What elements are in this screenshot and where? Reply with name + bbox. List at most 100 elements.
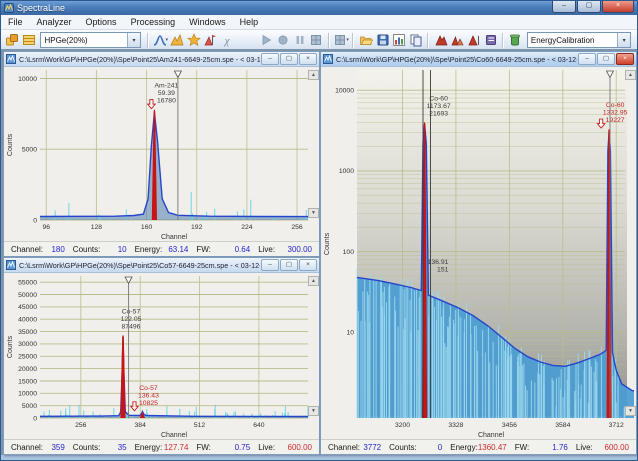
spectrum-plot[interactable]: Co-601173.6721693Co-601332.9519227136.91… bbox=[321, 67, 634, 439]
peak-calc-icon[interactable] bbox=[466, 32, 483, 49]
scale-up-button[interactable]: ▲ bbox=[308, 70, 319, 80]
acquisition-pause-icon[interactable] bbox=[291, 32, 308, 49]
peak-fit-icon[interactable] bbox=[449, 32, 466, 49]
peak-star-icon[interactable] bbox=[185, 32, 202, 49]
svg-text:25000: 25000 bbox=[18, 354, 37, 361]
scale-down-button[interactable]: ▼ bbox=[625, 406, 636, 416]
open-spectrum-icon[interactable] bbox=[357, 32, 374, 49]
mdi-area: C:\Lsrm\Work\GP\HPGe(20%)\Spe\Point25\Am… bbox=[1, 49, 637, 455]
window-restore-button[interactable]: ▢ bbox=[280, 259, 298, 271]
window-minimize-button[interactable]: – bbox=[261, 259, 279, 271]
energy-value: 63.14 bbox=[168, 245, 188, 254]
live-value: 300.00 bbox=[288, 245, 312, 254]
energy-label: Energy: bbox=[135, 245, 163, 254]
svg-text:136.43: 136.43 bbox=[138, 392, 159, 399]
toolbar-separator bbox=[427, 33, 429, 48]
energy-value: 127.74 bbox=[164, 443, 188, 452]
counts-value: 35 bbox=[118, 443, 127, 452]
fw-label: FW: bbox=[196, 245, 211, 254]
fit-icon[interactable]: χ bbox=[219, 32, 236, 49]
spectrum-window-co57: C:\Lsrm\Work\GP\HPGe(20%)\Spe\Point25\Co… bbox=[3, 257, 320, 455]
scale-down-button[interactable]: ▼ bbox=[308, 208, 319, 218]
scale-up-button[interactable]: ▲ bbox=[308, 276, 319, 286]
svg-text:Counts: Counts bbox=[7, 335, 14, 358]
energy-label: Energy: bbox=[450, 443, 478, 452]
peak-area-icon[interactable] bbox=[432, 32, 449, 49]
window-statusbar: Channel:3772 Counts:0 Energy:1360.47 FW:… bbox=[321, 439, 636, 454]
app-maximize-button[interactable]: ▢ bbox=[577, 1, 601, 13]
svg-text:Counts: Counts bbox=[7, 133, 14, 156]
peak-flag-icon[interactable] bbox=[202, 32, 219, 49]
window-close-button[interactable]: × bbox=[299, 53, 317, 65]
fw-label: FW: bbox=[196, 443, 211, 452]
menu-item-file[interactable]: File bbox=[1, 15, 30, 29]
spectra-tile-icon[interactable] bbox=[4, 32, 21, 49]
window-close-button[interactable]: × bbox=[299, 259, 317, 271]
window-restore-button[interactable]: ▢ bbox=[280, 53, 298, 65]
menu-item-help[interactable]: Help bbox=[233, 15, 266, 29]
acquisition-start-icon[interactable] bbox=[258, 32, 275, 49]
window-close-button[interactable]: × bbox=[616, 53, 634, 65]
window-titlebar[interactable]: C:\Lsrm\Work\GP\HPGe(20%)\Spe\Point25\Co… bbox=[321, 52, 636, 67]
spectrum-file-icon bbox=[6, 54, 16, 64]
nuclide-library-icon[interactable] bbox=[482, 32, 499, 49]
menu-item-windows[interactable]: Windows bbox=[182, 15, 233, 29]
window-minimize-button[interactable]: – bbox=[261, 53, 279, 65]
app-titlebar[interactable]: SpectraLine – ▢ × bbox=[1, 1, 637, 15]
live-value: 600.00 bbox=[288, 443, 312, 452]
scale-down-button[interactable]: ▼ bbox=[308, 406, 319, 416]
copy-icon[interactable] bbox=[408, 32, 425, 49]
counts-label: Counts: bbox=[73, 443, 101, 452]
menu-item-options[interactable]: Options bbox=[79, 15, 124, 29]
scale-up-button[interactable]: ▲ bbox=[625, 70, 636, 80]
svg-text:10000: 10000 bbox=[335, 88, 354, 95]
svg-text:10000: 10000 bbox=[18, 76, 37, 83]
app-close-button[interactable]: × bbox=[602, 1, 634, 13]
live-value: 600.00 bbox=[605, 443, 629, 452]
efficiency-icon[interactable] bbox=[507, 32, 524, 49]
svg-text:3328: 3328 bbox=[448, 422, 463, 429]
chevron-down-icon[interactable]: ▾ bbox=[617, 33, 630, 47]
peak-mark-icon[interactable] bbox=[169, 32, 186, 49]
svg-text:Am-241: Am-241 bbox=[155, 83, 179, 90]
window-restore-button[interactable]: ▢ bbox=[597, 53, 615, 65]
counts-value: 0 bbox=[438, 443, 442, 452]
svg-text:3584: 3584 bbox=[555, 422, 570, 429]
svg-text:19227: 19227 bbox=[606, 117, 625, 124]
window-titlebar[interactable]: C:\Lsrm\Work\GP\HPGe(20%)\Spe\Point25\Co… bbox=[4, 258, 319, 273]
toolbar: HPGe(20%)▾▾χ▾EnergyCalibration▾ bbox=[1, 30, 637, 51]
svg-text:10000: 10000 bbox=[18, 391, 37, 398]
svg-text:χ: χ bbox=[224, 35, 231, 47]
window-titlebar[interactable]: C:\Lsrm\Work\GP\HPGe(20%)\Spe\Point25\Am… bbox=[4, 52, 319, 67]
svg-text:151: 151 bbox=[437, 267, 449, 274]
spectra-list-icon[interactable] bbox=[21, 32, 38, 49]
svg-text:0: 0 bbox=[33, 217, 37, 224]
app-minimize-button[interactable]: – bbox=[552, 1, 576, 13]
chevron-down-icon[interactable]: ▾ bbox=[127, 33, 140, 47]
calibration-select-value: EnergyCalibration bbox=[528, 36, 617, 45]
acquisition-record-icon[interactable] bbox=[275, 32, 292, 49]
calibration-select[interactable]: EnergyCalibration▾ bbox=[527, 32, 631, 48]
svg-text:136.91: 136.91 bbox=[428, 259, 449, 266]
acquisition-stop-icon[interactable] bbox=[308, 32, 325, 49]
svg-text:224: 224 bbox=[241, 224, 253, 231]
app-title: SpectraLine bbox=[17, 3, 65, 13]
svg-text:5000: 5000 bbox=[22, 147, 37, 154]
spectrum-plot[interactable]: Co-57122.0587496Co-57136.431082505000100… bbox=[4, 273, 317, 439]
svg-text:40000: 40000 bbox=[18, 317, 37, 324]
spectrum-plot[interactable]: Am-24159.3916780050001000096128160192224… bbox=[4, 67, 317, 241]
detector-select[interactable]: HPGe(20%)▾ bbox=[40, 32, 141, 48]
svg-text:Co-60: Co-60 bbox=[429, 95, 448, 102]
fw-label: FW: bbox=[515, 443, 530, 452]
channel-value: 359 bbox=[51, 443, 64, 452]
peak-search-icon[interactable]: ▾ bbox=[152, 32, 169, 49]
svg-text:96: 96 bbox=[43, 224, 51, 231]
svg-text:1332.95: 1332.95 bbox=[603, 110, 628, 117]
window-minimize-button[interactable]: – bbox=[578, 53, 596, 65]
menu-item-analyzer[interactable]: Analyzer bbox=[30, 15, 79, 29]
report-icon[interactable] bbox=[391, 32, 408, 49]
menu-item-processing[interactable]: Processing bbox=[124, 15, 183, 29]
spectrum-window-co60: C:\Lsrm\Work\GP\HPGe(20%)\Spe\Point25\Co… bbox=[320, 51, 637, 455]
window-layout-icon[interactable]: ▾ bbox=[333, 32, 350, 49]
save-spectrum-icon[interactable] bbox=[374, 32, 391, 49]
